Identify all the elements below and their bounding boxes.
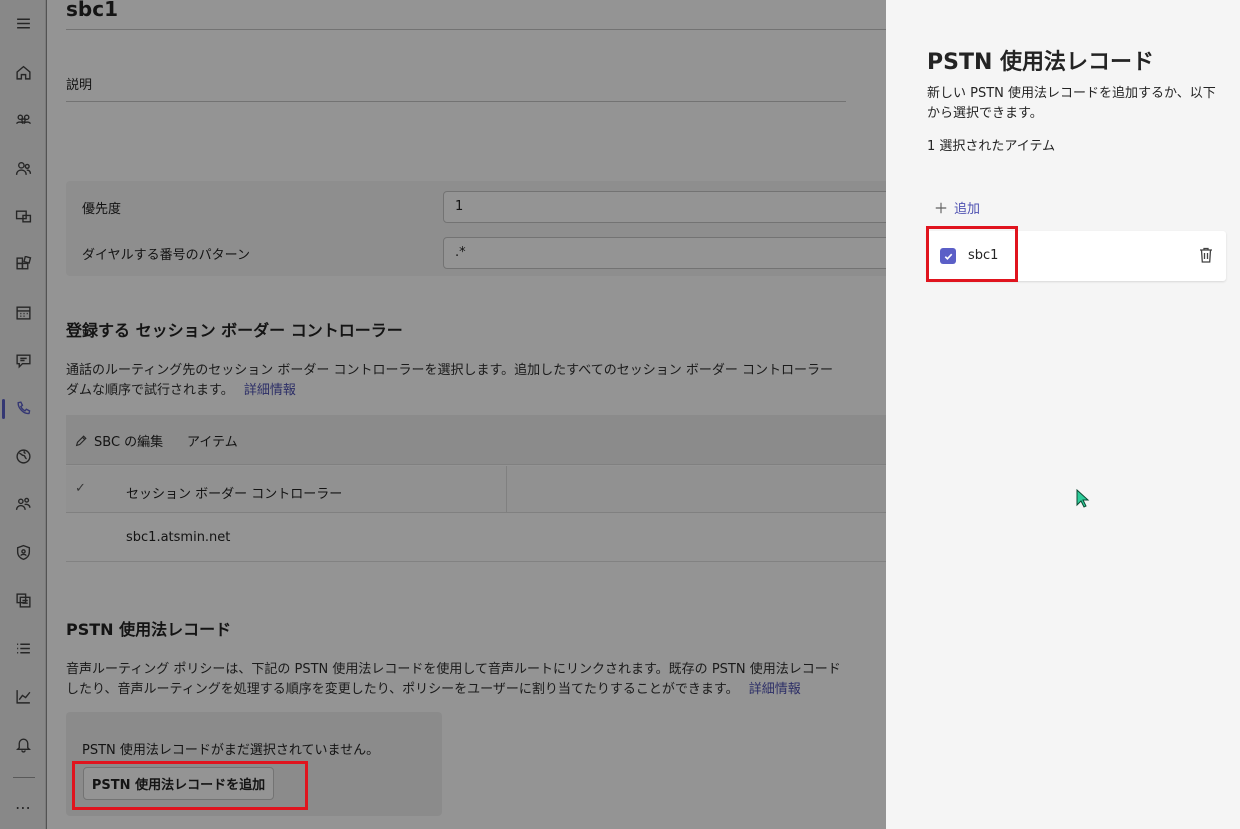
sbc-table-header: ✓ セッション ボーダー コントローラー (66, 466, 886, 513)
panel-description: 新しい PSTN 使用法レコードを追加するか、以下から選択できます。 (927, 86, 1216, 121)
page-title: sbc1 (66, 0, 118, 21)
description-field[interactable] (66, 101, 846, 102)
phone-icon[interactable] (0, 390, 46, 426)
chat-icon[interactable] (0, 342, 46, 378)
sbc-description-line1: 通話のルーティング先のセッション ボーダー コントローラーを選択します。追加した… (66, 363, 834, 378)
add-record-label: 追加 (954, 202, 981, 217)
items-label: アイテム (187, 435, 238, 450)
users-icon[interactable] (0, 150, 46, 186)
list-item[interactable]: sbc1 (927, 231, 1226, 281)
sbc-column-header[interactable]: セッション ボーダー コントローラー (126, 483, 342, 502)
notification-bell-icon[interactable] (0, 726, 46, 762)
devices-icon[interactable] (0, 198, 46, 234)
teams-icon[interactable] (0, 102, 46, 138)
edit-sbc-button[interactable]: SBC の編集 (74, 431, 163, 450)
pattern-input[interactable]: .* (443, 237, 886, 269)
sbc-description-line2: ダムな順序で試行されます。 詳細情報 (66, 381, 886, 401)
pstn-description-line2: したり、音声ルーティングを処理する順序を変更したり、ポリシーをユーザーに割り当て… (66, 680, 886, 700)
plus-icon (935, 202, 947, 213)
main-content: sbc1 説明 優先度 1 ダイヤルする番号のパターン .* 登録する セッショ… (47, 0, 886, 829)
pstn-learn-more-link[interactable]: 詳細情報 (749, 682, 801, 697)
user-group-icon[interactable] (0, 486, 46, 522)
edit-sbc-label: SBC の編集 (94, 435, 164, 450)
security-icon[interactable] (0, 534, 46, 570)
calendar-icon[interactable] (0, 294, 46, 330)
menu-icon[interactable] (0, 5, 46, 41)
planning-icon[interactable] (0, 582, 46, 618)
globe-icon[interactable] (0, 438, 46, 474)
sbc-description-text: ダムな順序で試行されます。 (66, 383, 234, 398)
check-icon (944, 253, 952, 260)
sbc-toolbar: SBC の編集 アイテム (66, 415, 886, 465)
trash-icon[interactable] (1198, 246, 1214, 264)
table-row[interactable]: sbc1.atsmin.net (66, 514, 886, 562)
pattern-label: ダイヤルする番号のパターン (82, 248, 250, 263)
priority-label: 優先度 (82, 202, 122, 217)
pstn-description-text: したり、音声ルーティングを処理する順序を変更したり、ポリシーをユーザーに割り当て… (66, 682, 739, 697)
home-icon[interactable] (0, 54, 46, 90)
sbc-heading: 登録する セッション ボーダー コントローラー (66, 321, 403, 340)
title-underline (66, 29, 886, 30)
sbc-learn-more-link[interactable]: 詳細情報 (244, 383, 296, 398)
item-checkbox[interactable] (940, 248, 956, 264)
pstn-empty-text: PSTN 使用法レコードがまだ選択されていません。 (82, 743, 380, 758)
item-label: sbc1 (968, 248, 999, 263)
rail-divider (13, 777, 35, 778)
add-pstn-record-button[interactable]: PSTN 使用法レコードを追加 (83, 767, 274, 800)
pencil-icon (75, 434, 87, 446)
list-icon[interactable] (0, 630, 46, 666)
sbc-row-fqdn: sbc1.atsmin.net (126, 530, 231, 545)
pstn-usage-panel: PSTN 使用法レコード 新しい PSTN 使用法レコードを追加するか、以下から… (886, 0, 1240, 829)
add-record-button[interactable]: 追加 (934, 198, 980, 217)
app-rail: ⋯ (0, 0, 46, 829)
analytics-icon[interactable] (0, 678, 46, 714)
apps-icon[interactable] (0, 246, 46, 282)
more-icon[interactable]: ⋯ (0, 789, 46, 825)
description-label: 説明 (66, 78, 93, 93)
column-separator (506, 466, 507, 513)
panel-title: PSTN 使用法レコード (927, 50, 1155, 75)
pstn-description-line1: 音声ルーティング ポリシーは、下記の PSTN 使用法レコードを使用して音声ルー… (66, 662, 841, 677)
select-all-check-icon[interactable]: ✓ (75, 481, 86, 496)
priority-input[interactable]: 1 (443, 191, 886, 223)
pstn-heading: PSTN 使用法レコード (66, 620, 232, 639)
route-settings-card: 優先度 1 ダイヤルする番号のパターン .* (66, 181, 886, 276)
mouse-cursor-icon (1076, 488, 1090, 513)
selected-count: 1 選択されたアイテム (927, 139, 1056, 154)
pstn-empty-card: PSTN 使用法レコードがまだ選択されていません。 PSTN 使用法レコードを追… (66, 712, 442, 816)
